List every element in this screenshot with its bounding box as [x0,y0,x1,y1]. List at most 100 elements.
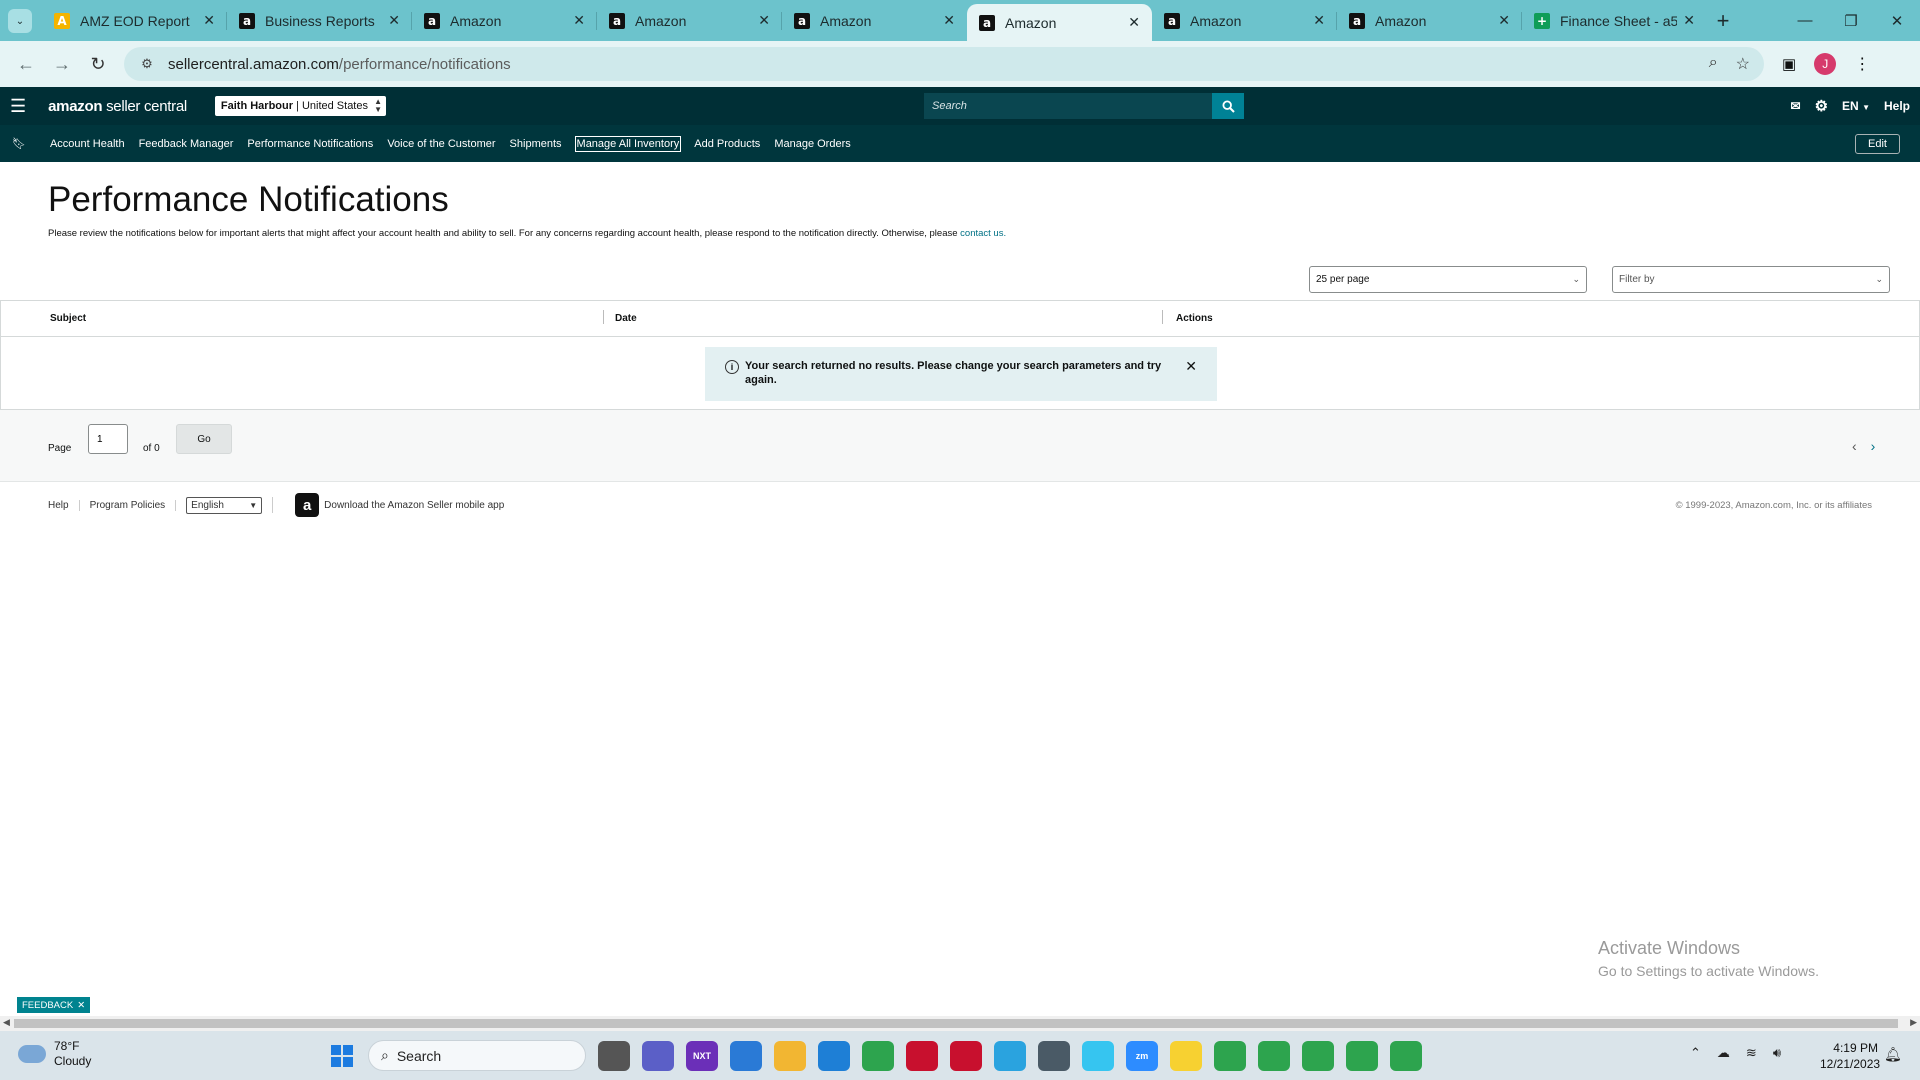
browser-tab[interactable]: a Amazon ✕ [1337,0,1522,41]
slack-icon[interactable] [1082,1041,1114,1071]
close-tab-icon[interactable]: ✕ [388,12,400,29]
footer-program-policies-link[interactable]: Program Policies [80,499,177,511]
dismiss-alert-icon[interactable]: ✕ [1185,359,1197,389]
system-clock[interactable]: 4:19 PM 12/21/2023 [1820,1040,1880,1072]
close-tab-icon[interactable]: ✕ [1128,14,1140,31]
filter-by-select[interactable]: Filter by ⌄ [1612,266,1890,293]
calendar-icon[interactable] [818,1041,850,1071]
back-button[interactable]: ← [8,46,44,82]
reload-button[interactable]: ↻ [80,46,116,82]
help-link[interactable]: Help [1884,99,1910,113]
profile-avatar[interactable]: J [1814,53,1837,75]
chrome-profile-icon[interactable] [1258,1041,1290,1071]
mail-icon[interactable]: ✉ [1791,99,1801,113]
chrome-profile-icon[interactable] [1390,1041,1422,1071]
footer-help-link[interactable]: Help [48,499,80,511]
address-bar[interactable]: ⚙ sellercentral.amazon.com/performance/n… [124,47,1764,81]
app-icon[interactable] [730,1041,762,1071]
new-tab-button[interactable]: + [1707,0,1739,41]
nav-performance-notifications[interactable]: Performance Notifications [247,138,373,150]
contact-us-link[interactable]: contact us. [960,228,1006,239]
telegram-icon[interactable] [994,1041,1026,1071]
nav-voice-of-customer[interactable]: Voice of the Customer [387,138,495,150]
gear-icon[interactable]: ⚙ [1815,97,1828,115]
global-search-input[interactable] [924,93,1212,119]
chrome-profile-icon[interactable] [1302,1041,1334,1071]
browser-tab[interactable]: a Amazon ✕ [782,0,967,41]
per-page-select[interactable]: 25 per page ⌄ [1309,266,1587,293]
scrollbar-thumb[interactable] [14,1019,1898,1028]
language-selector[interactable]: EN ▼ [1842,99,1870,113]
search-button[interactable] [1212,93,1244,119]
chrome-profile-icon[interactable] [1214,1041,1246,1071]
footer-language-select[interactable]: English ▼ [186,496,263,514]
minimize-icon[interactable]: — [1782,0,1828,41]
bookmark-star-icon[interactable]: ☆ [1736,54,1750,74]
app-icon[interactable] [906,1041,938,1071]
volume-icon[interactable]: 🔊︎ [1773,1045,1781,1061]
browser-tab[interactable]: a Amazon ✕ [597,0,782,41]
weather-widget[interactable]: 78°F Cloudy [18,1039,91,1069]
restore-icon[interactable]: ❐ [1828,0,1874,41]
browser-tab-active[interactable]: a Amazon ✕ [967,4,1152,41]
edit-nav-button[interactable]: Edit [1855,133,1900,154]
nav-manage-orders[interactable]: Manage Orders [774,138,850,150]
close-tab-icon[interactable]: ✕ [1498,12,1510,29]
browser-tab[interactable]: a Amazon ✕ [1152,0,1337,41]
scroll-left-icon[interactable]: ◀ [3,1017,10,1028]
hamburger-menu-icon[interactable]: ☰ [10,96,26,117]
close-tab-icon[interactable]: ✕ [1313,12,1325,29]
close-tab-icon[interactable]: ✕ [758,12,770,29]
amazon-app-icon[interactable]: a [295,493,320,517]
nav-shipments[interactable]: Shipments [510,138,562,150]
browser-tab[interactable]: A AMZ EOD Report ✕ [42,0,227,41]
app-icon[interactable] [950,1041,982,1071]
close-feedback-icon[interactable]: ✕ [77,1000,85,1011]
chrome-profile-icon[interactable] [1346,1041,1378,1071]
close-window-icon[interactable]: ✕ [1874,0,1920,41]
bookmark-icon[interactable]: 🔖︎ [12,137,26,150]
chrome-icon[interactable] [862,1041,894,1071]
nav-add-products[interactable]: Add Products [694,138,760,150]
browser-tab[interactable]: a Amazon ✕ [412,0,597,41]
mobile-app-link[interactable]: Download the Amazon Seller mobile app [324,500,504,511]
close-tab-icon[interactable]: ✕ [203,12,215,29]
forward-button[interactable]: → [44,46,80,82]
browser-menu-icon[interactable]: ⋮ [1854,54,1870,74]
browser-tab[interactable]: + Finance Sheet - a50 ✕ [1522,0,1707,41]
tab-search-button[interactable]: ⌄ [8,9,32,33]
horizontal-scrollbar[interactable]: ◀ ▶ [0,1016,1920,1031]
nav-feedback-manager[interactable]: Feedback Manager [139,138,234,150]
zoom-icon[interactable]: ⌕ [1709,54,1718,74]
column-header-date[interactable]: Date [615,313,637,324]
feedback-tab[interactable]: FEEDBACK ✕ [17,997,91,1013]
close-tab-icon[interactable]: ✕ [573,12,585,29]
column-header-subject[interactable]: Subject [50,313,86,324]
teams-icon[interactable] [642,1041,674,1071]
chevron-up-icon[interactable]: ⌃ [1690,1045,1701,1061]
taskbar-search[interactable]: ⌕ Search [368,1040,586,1071]
sticky-notes-icon[interactable] [1170,1041,1202,1071]
browser-tab[interactable]: a Business Reports ✕ [227,0,412,41]
previous-page-icon[interactable]: ‹ [1852,438,1857,454]
notification-bell-icon[interactable]: 🔔︎ [1884,1046,1902,1063]
close-tab-icon[interactable]: ✕ [943,12,955,29]
next-page-icon[interactable]: › [1871,438,1876,454]
go-button[interactable]: Go [176,424,232,454]
nav-manage-all-inventory[interactable]: Manage All Inventory [574,135,682,152]
zoom-icon[interactable]: zm [1126,1041,1158,1071]
close-tab-icon[interactable]: ✕ [1683,12,1695,29]
account-switcher[interactable]: Faith Harbour | United States ▲ ▼ [214,96,386,116]
windows-start-icon[interactable] [331,1045,353,1067]
file-explorer-icon[interactable] [774,1041,806,1071]
onedrive-icon[interactable]: ☁ [1717,1045,1730,1061]
side-panel-icon[interactable]: ▣ [1782,55,1796,73]
site-info-icon[interactable]: ⚙ [138,55,156,73]
next-app-icon[interactable]: NXT [686,1041,718,1071]
page-number-input[interactable] [88,424,128,454]
nav-account-health[interactable]: Account Health [50,138,125,150]
seller-central-logo[interactable]: amazon seller central [48,98,187,115]
scroll-right-icon[interactable]: ▶ [1910,1017,1917,1028]
calculator-icon[interactable] [1038,1041,1070,1071]
wifi-icon[interactable]: ≋ [1746,1045,1757,1061]
